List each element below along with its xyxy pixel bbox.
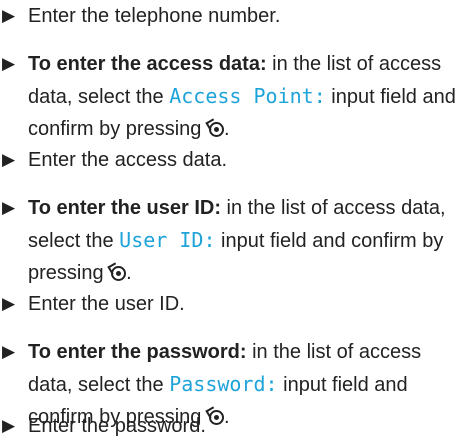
bullet-arrow-icon: ▶ (2, 54, 16, 73)
bullet-arrow-icon: ▶ (2, 6, 16, 25)
step-text: Enter the password. (28, 415, 206, 437)
user-id-field-label: User ID: (119, 228, 216, 252)
instruction-list: ▶ Enter the telephone number. ▶ To enter… (0, 0, 459, 442)
step-access-data: ▶ To enter the access data: in the list … (0, 48, 459, 145)
bullet-arrow-icon: ▶ (2, 416, 16, 435)
controller-press-icon (208, 122, 224, 137)
controller-press-icon (111, 266, 127, 281)
bullet-arrow-icon: ▶ (2, 342, 16, 361)
access-point-field-label: Access Point: (169, 84, 326, 108)
step-text-part: . (126, 262, 132, 284)
step-enter-user-id: ▶ Enter the user ID. (0, 288, 459, 320)
bullet-arrow-icon: ▶ (2, 150, 16, 169)
bullet-arrow-icon: ▶ (2, 294, 16, 313)
step-text: Enter the user ID. (28, 293, 185, 315)
step-enter-access-data: ▶ Enter the access data. (0, 144, 459, 176)
step-text: To enter the user ID: in the list of acc… (28, 192, 456, 289)
step-text: Enter the telephone number. (28, 5, 281, 27)
password-field-label: Password: (169, 372, 278, 396)
step-lead: To enter the access data: (28, 53, 267, 75)
bullet-arrow-icon: ▶ (2, 198, 16, 217)
step-user-id: ▶ To enter the user ID: in the list of a… (0, 192, 459, 289)
step-lead: To enter the password: (28, 341, 247, 363)
step-text: To enter the access data: in the list of… (28, 48, 456, 145)
step-text: Enter the access data. (28, 149, 228, 171)
step-text-part: . (223, 118, 230, 140)
step-enter-password: ▶ Enter the password. (0, 410, 459, 442)
step-lead: To enter the user ID: (28, 197, 221, 219)
step-enter-telephone: ▶ Enter the telephone number. (0, 0, 459, 32)
